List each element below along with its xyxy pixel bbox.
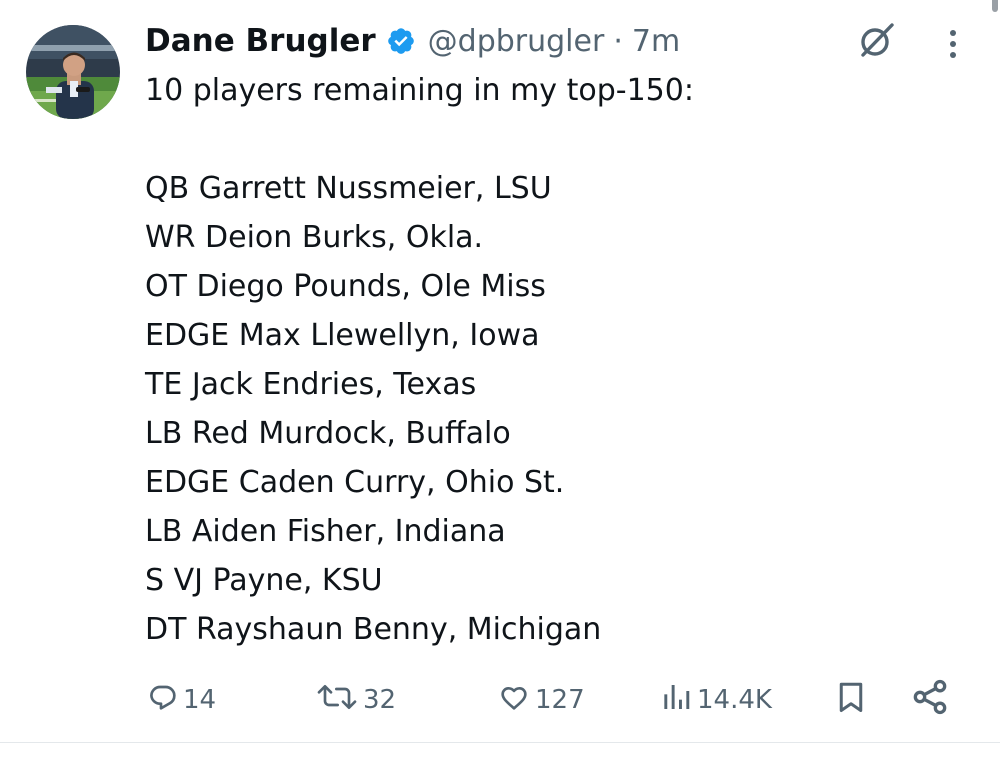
share-button[interactable]	[910, 678, 950, 722]
tweet-text: 10 players remaining in my top-150: QB G…	[145, 73, 694, 647]
grok-icon[interactable]	[856, 21, 896, 61]
verified-badge-icon	[386, 26, 416, 56]
like-button[interactable]: 127	[497, 678, 585, 722]
heart-icon	[497, 681, 531, 720]
like-count: 127	[535, 685, 585, 715]
bookmark-button[interactable]	[833, 678, 869, 722]
reply-button[interactable]: 14	[147, 678, 216, 722]
divider	[0, 742, 1000, 743]
handle[interactable]: @dpbrugler	[428, 24, 605, 59]
views-button[interactable]: 14.4K	[661, 678, 772, 722]
tweet[interactable]: Dane Brugler @dpbrugler · 7m 10 players …	[0, 0, 1000, 742]
share-icon	[910, 677, 950, 724]
avatar[interactable]	[26, 25, 120, 119]
reply-count: 14	[183, 685, 217, 715]
timestamp[interactable]: 7m	[632, 24, 680, 59]
bookmark-icon	[833, 679, 869, 722]
views-count: 14.4K	[697, 685, 772, 715]
repost-count: 32	[363, 685, 397, 715]
tweet-header: Dane Brugler @dpbrugler · 7m	[145, 18, 680, 64]
repost-button[interactable]: 32	[315, 678, 396, 722]
views-chart-icon	[661, 681, 693, 720]
repost-icon	[315, 681, 359, 720]
separator-dot: ·	[613, 23, 623, 59]
more-vertical-icon[interactable]	[938, 26, 968, 62]
tweet-actions: 14 32 127 14.4K	[0, 678, 1000, 722]
display-name[interactable]: Dane Brugler	[145, 23, 376, 59]
reply-icon	[147, 681, 179, 720]
